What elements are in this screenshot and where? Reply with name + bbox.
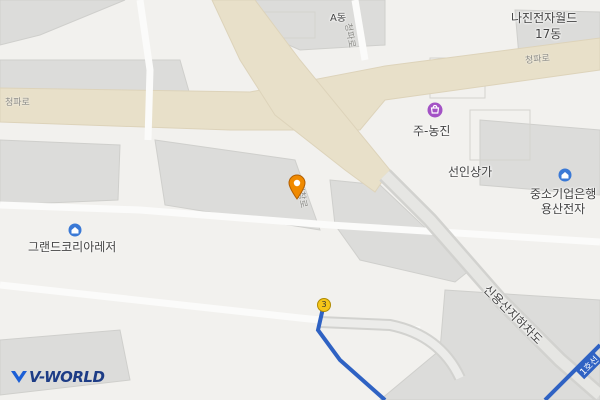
shopping-icon[interactable] <box>427 102 443 122</box>
vworld-logo: V-WORLD <box>10 368 105 386</box>
road-label-cheongpa-right: 청파로 <box>524 53 551 67</box>
poi-najin-line1[interactable]: 나진전자월드 <box>511 9 577 26</box>
poi-seonin[interactable]: 선인상가 <box>448 163 492 180</box>
poi-bank-line2[interactable]: 용산전자 <box>541 200 585 217</box>
poi-junongjin[interactable]: 주-농진 <box>413 122 450 139</box>
exit-number-marker[interactable]: 3 <box>317 298 331 312</box>
map-view[interactable]: A동 청파로 청파로 청파로 나진전자월드 17동 주-농진 선인상가 중소기업… <box>0 0 600 400</box>
vworld-logo-mark-icon <box>11 371 27 383</box>
location-pin-icon[interactable] <box>287 174 307 204</box>
poi-najin-line2[interactable]: 17동 <box>535 25 561 42</box>
building-a-label: A동 <box>330 13 347 24</box>
poi-grand-korea-leisure[interactable]: 그랜드코리아레저 <box>28 238 116 255</box>
bank-icon[interactable] <box>558 167 572 186</box>
vworld-logo-text: V-WORLD <box>29 368 105 386</box>
road-label-cheongpa-left: 청파로 <box>5 98 30 108</box>
